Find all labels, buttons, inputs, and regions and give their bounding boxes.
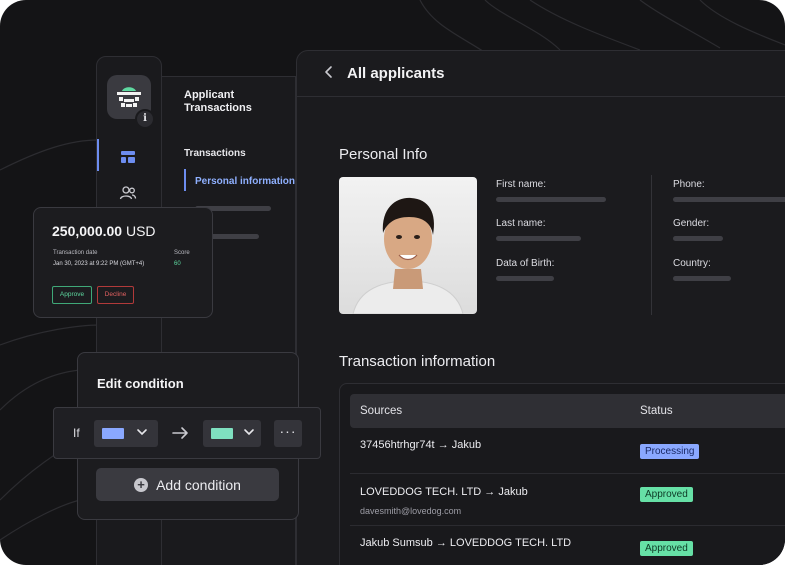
edit-condition-title: Edit condition [97,376,184,391]
table-row[interactable]: LOVEDDOG TECH. LTD → Jakub davesmith@lov… [350,474,785,526]
source-email: davesmith@lovedog.com [360,506,462,516]
field-label: Phone: [673,179,705,190]
color-swatch [211,428,233,439]
chevron-down-icon [244,429,254,436]
column-sources: Sources [360,405,403,417]
active-indicator [97,139,99,171]
transactions-title: Transaction information [339,353,496,370]
transactions-table: Sources Status 37456htrhgr74t → Jakub Pr… [339,383,785,565]
value-placeholder [496,197,606,202]
table-header: Sources Status [350,394,785,428]
table-row[interactable]: 37456htrhgr74t → Jakub Processing [350,428,785,474]
score-label: Score [174,250,190,256]
applicant-photo [339,177,477,314]
more-options-button[interactable]: ··· [274,420,302,447]
add-condition-button[interactable]: + Add condition [96,468,279,501]
plus-icon: + [134,477,149,492]
subnav-title: Applicant Transactions [184,89,252,114]
field-label: Country: [673,258,711,269]
decline-button[interactable]: Decline [97,286,134,304]
condition-row: If ··· [53,407,321,459]
main-panel: All applicants Personal Info First name:… [296,50,785,565]
subnav-item-transactions[interactable]: Transactions [184,148,246,159]
value-placeholder [673,236,723,241]
field-label: First name: [496,179,547,190]
if-label: If [73,426,80,440]
active-indicator [184,169,186,191]
users-icon[interactable] [119,184,137,202]
condition-target-select[interactable] [203,420,261,447]
add-condition-label: Add condition [156,476,241,493]
value-placeholder [673,276,731,281]
date-label: Transaction date [53,250,98,256]
arrow-right-icon: → [484,486,496,498]
personal-info-title: Personal Info [339,146,428,163]
field-label: Last name: [496,218,546,229]
layout-icon[interactable] [119,148,137,166]
date-value: Jan 30, 2023 at 9:22 PM (GMT+4) [53,261,145,267]
status-badge: Processing [640,444,700,459]
status-badge: Approved [640,487,693,502]
status-badge: Approved [640,541,693,556]
arrow-right-icon: → [435,537,447,549]
color-swatch [102,428,124,439]
transaction-card: 250,000.00 USD Transaction date Jan 30, … [33,207,213,318]
info-icon[interactable]: i [135,109,155,129]
source-cell: Jakub Sumsub → LOVEDDOG TECH. LTD [360,537,572,549]
app-frame: All applicants Personal Info First name:… [0,0,785,565]
source-cell: 37456htrhgr74t → Jakub [360,439,482,451]
field-label: Gender: [673,218,710,229]
column-status: Status [640,405,673,417]
subnav-item-personal-information[interactable]: Personal information [195,176,295,187]
value-placeholder [496,236,581,241]
approve-button[interactable]: Approve [52,286,92,304]
table-row[interactable]: Jakub Sumsub → LOVEDDOG TECH. LTD Approv… [350,526,785,565]
chevron-down-icon [137,429,147,436]
main-header: All applicants [297,51,785,97]
condition-source-select[interactable] [94,420,158,447]
divider [651,175,652,315]
value-placeholder [673,197,785,202]
score-value: 60 [174,261,181,267]
field-label: Data of Birth: [496,258,555,269]
page-title: All applicants [347,65,445,82]
arrow-right-icon [172,427,188,439]
source-cell: LOVEDDOG TECH. LTD → Jakub [360,486,528,498]
arrow-right-icon: → [437,439,449,451]
transaction-amount: 250,000.00 USD [52,223,156,239]
value-placeholder [496,276,554,281]
chevron-left-icon[interactable] [323,65,335,83]
